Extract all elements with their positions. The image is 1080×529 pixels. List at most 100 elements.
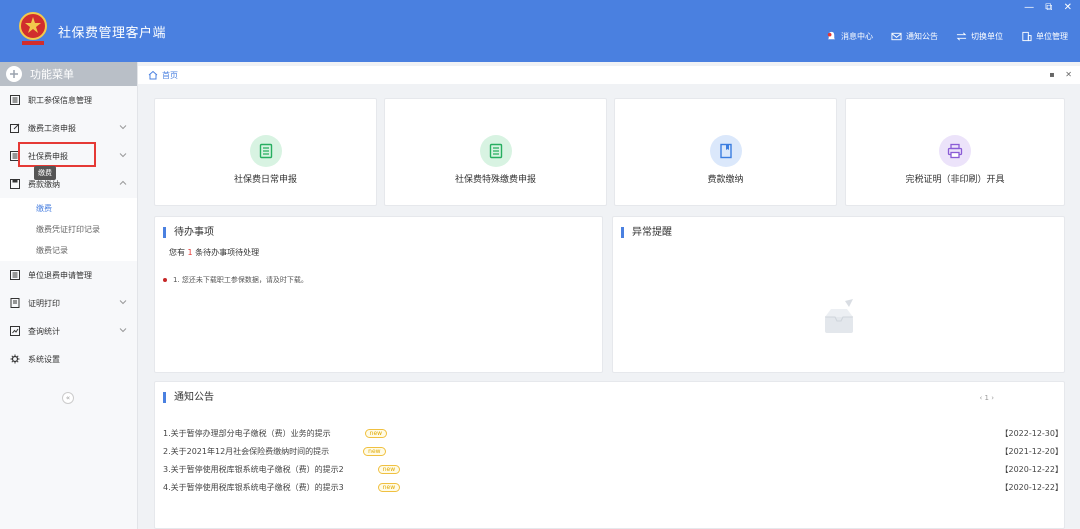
- window-controls: — ⧉ ✕: [1016, 2, 1072, 13]
- submenu-item-voucher-print-record[interactable]: 缴费凭证打印记录: [0, 219, 137, 240]
- notice-label: 通知公告: [906, 32, 938, 41]
- sidebar-item-label: 证明打印: [28, 298, 60, 308]
- app-header: 社保费管理客户端 — ⧉ ✕ 消息中心 通知公告 切换单位 单位管理: [0, 0, 1080, 62]
- todo-summary-prefix: 您有: [169, 248, 188, 257]
- home-icon: [148, 70, 158, 80]
- printer-purple-icon: [939, 135, 971, 167]
- quick-card-label: 费款缴纳: [707, 175, 744, 185]
- sidebar-item-label: 查询统计: [28, 326, 60, 336]
- new-badge: new: [377, 464, 401, 474]
- notice-row[interactable]: 1.关于暂停办理部分电子缴税（费）业务的提示 new 【2022-12-30】: [163, 424, 1063, 442]
- sidebar-header: 功能菜单: [0, 62, 137, 86]
- chevron-down-icon: [119, 153, 127, 158]
- doc-icon: [10, 298, 20, 308]
- sidebar-title: 功能菜单: [30, 68, 74, 81]
- doc-green-icon: [479, 135, 512, 167]
- todo-summary-suffix: 条待办事项待处理: [192, 248, 260, 257]
- close-window-button[interactable]: ✕: [1064, 2, 1072, 13]
- notice-title: 通知公告: [163, 392, 214, 403]
- chevron-up-icon: [119, 180, 127, 185]
- message-center-label: 消息中心: [841, 32, 873, 41]
- tab-menu-icon[interactable]: ▪: [1049, 70, 1054, 79]
- notice-date: 【2020-12-22】: [1000, 483, 1064, 492]
- unit-manage-button[interactable]: 单位管理: [1021, 31, 1068, 42]
- chevron-down-icon: [119, 300, 127, 305]
- chart-icon: [10, 326, 20, 336]
- quick-card-tax-certificate[interactable]: 完税证明（非印刷）开具: [845, 98, 1065, 206]
- sidebar-item-label: 费款缴纳: [28, 179, 60, 189]
- todo-item-text: 1. 您还未下载职工参保数据，请及时下载。: [173, 276, 308, 284]
- new-badge: new: [363, 446, 386, 456]
- highlight-box: [18, 142, 96, 167]
- tooltip: 缴费: [34, 166, 56, 180]
- notice-date: 【2022-12-30】: [1000, 429, 1064, 438]
- building-icon: [1022, 31, 1032, 42]
- sidebar-item-refund[interactable]: 单位退费申请管理: [0, 261, 137, 289]
- submenu-item-payment-record[interactable]: 缴费记录: [0, 240, 137, 261]
- alert-title: 异常提醒: [621, 227, 672, 238]
- notice-date: 【2021-12-20】: [1000, 447, 1064, 456]
- alert-panel: 异常提醒: [612, 216, 1065, 373]
- sidebar-item-label: 缴费工资申报: [28, 123, 76, 133]
- book-blue-icon: [709, 135, 742, 167]
- new-badge: new: [377, 482, 401, 492]
- header-menu: 消息中心 通知公告 切换单位 单位管理: [826, 31, 1068, 42]
- todo-panel: 待办事项 您有 1 条待办事项待处理 1. 您还未下载职工参保数据，请及时下载。: [154, 216, 603, 373]
- minimize-button[interactable]: —: [1024, 2, 1034, 13]
- switch-unit-button[interactable]: 切换单位: [956, 31, 1003, 42]
- payment-submenu: 缴费 缴费凭证打印记录 缴费记录: [0, 198, 137, 261]
- todo-title: 待办事项: [163, 227, 214, 238]
- chevron-down-icon: [119, 125, 127, 130]
- sidebar-item-employee-info[interactable]: 职工参保信息管理: [0, 86, 137, 114]
- todo-summary: 您有 1 条待办事项待处理: [169, 247, 259, 258]
- notice-row[interactable]: 2.关于2021年12月社会保险费缴纳时间的提示 new 【2021-12-20…: [163, 442, 1063, 460]
- notice-text: 3.关于暂停使用税库银系统电子缴税（费）的提示2: [163, 464, 344, 474]
- message-center-button[interactable]: 消息中心: [826, 31, 873, 42]
- list-icon: [10, 95, 20, 105]
- notice-text: 2.关于2021年12月社会保险费缴纳时间的提示: [163, 446, 330, 456]
- list-icon: [10, 270, 20, 280]
- notice-text: 1.关于暂停办理部分电子缴税（费）业务的提示: [163, 428, 331, 438]
- save-icon: [10, 179, 20, 189]
- tax-emblem-logo: [16, 10, 50, 48]
- todo-item[interactable]: 1. 您还未下载职工参保数据，请及时下载。: [163, 275, 308, 285]
- sidebar-item-certificate[interactable]: 证明打印: [0, 289, 137, 317]
- doc-green-icon: [249, 135, 282, 167]
- collapse-sidebar-button[interactable]: «: [62, 392, 74, 404]
- quick-card-daily-declaration[interactable]: 社保费日常申报: [154, 98, 377, 206]
- maximize-button[interactable]: ⧉: [1045, 2, 1052, 13]
- quick-card-label: 完税证明（非印刷）开具: [905, 175, 1005, 185]
- tab-close-icon[interactable]: ✕: [1065, 70, 1072, 79]
- sidebar-item-label: 职工参保信息管理: [28, 95, 92, 105]
- quick-card-payment[interactable]: 费款缴纳: [614, 98, 837, 206]
- submenu-item-pay[interactable]: 缴费: [0, 198, 137, 219]
- switch-unit-label: 切换单位: [971, 32, 1003, 41]
- sidebar-item-label: 单位退费申请管理: [28, 270, 92, 280]
- notice-date: 【2020-12-22】: [1000, 465, 1064, 474]
- sidebar-item-payment[interactable]: 费款缴纳: [0, 170, 137, 198]
- breadcrumb: 首页 ▪ ✕: [138, 66, 1080, 84]
- tab-controls: ▪ ✕: [1041, 70, 1072, 79]
- notice-pager[interactable]: ‹ 1 ›: [979, 394, 994, 402]
- unit-manage-label: 单位管理: [1036, 32, 1068, 41]
- sidebar-item-label: 系统设置: [28, 354, 60, 364]
- breadcrumb-home[interactable]: 首页: [162, 70, 178, 81]
- bell-icon: [827, 31, 836, 40]
- quick-card-special-declaration[interactable]: 社保费特殊缴费申报: [384, 98, 607, 206]
- switch-icon: [956, 32, 967, 41]
- menu-icon: [6, 66, 22, 82]
- quick-card-label: 社保费日常申报: [233, 175, 297, 185]
- notice-row[interactable]: 3.关于暂停使用税库银系统电子缴税（费）的提示2 new 【2020-12-22…: [163, 460, 1063, 478]
- sidebar-item-settings[interactable]: 系统设置: [0, 345, 137, 373]
- sidebar-item-wage-declaration[interactable]: 缴费工资申报: [0, 114, 137, 142]
- sidebar: 功能菜单 职工参保信息管理 缴费工资申报 社保费申报 费款缴纳 缴费 缴费凭证打…: [0, 62, 138, 529]
- notice-row[interactable]: 4.关于暂停使用税库银系统电子缴税（费）的提示3 new 【2020-12-22…: [163, 478, 1063, 496]
- empty-inbox-icon: [825, 299, 853, 333]
- bullet-dot-icon: [163, 278, 167, 282]
- sidebar-item-query[interactable]: 查询统计: [0, 317, 137, 345]
- quick-card-label: 社保费特殊缴费申报: [454, 175, 536, 185]
- app-title: 社保费管理客户端: [58, 26, 167, 41]
- chevron-down-icon: [119, 328, 127, 333]
- notice-button[interactable]: 通知公告: [891, 31, 938, 42]
- mail-icon: [891, 32, 902, 41]
